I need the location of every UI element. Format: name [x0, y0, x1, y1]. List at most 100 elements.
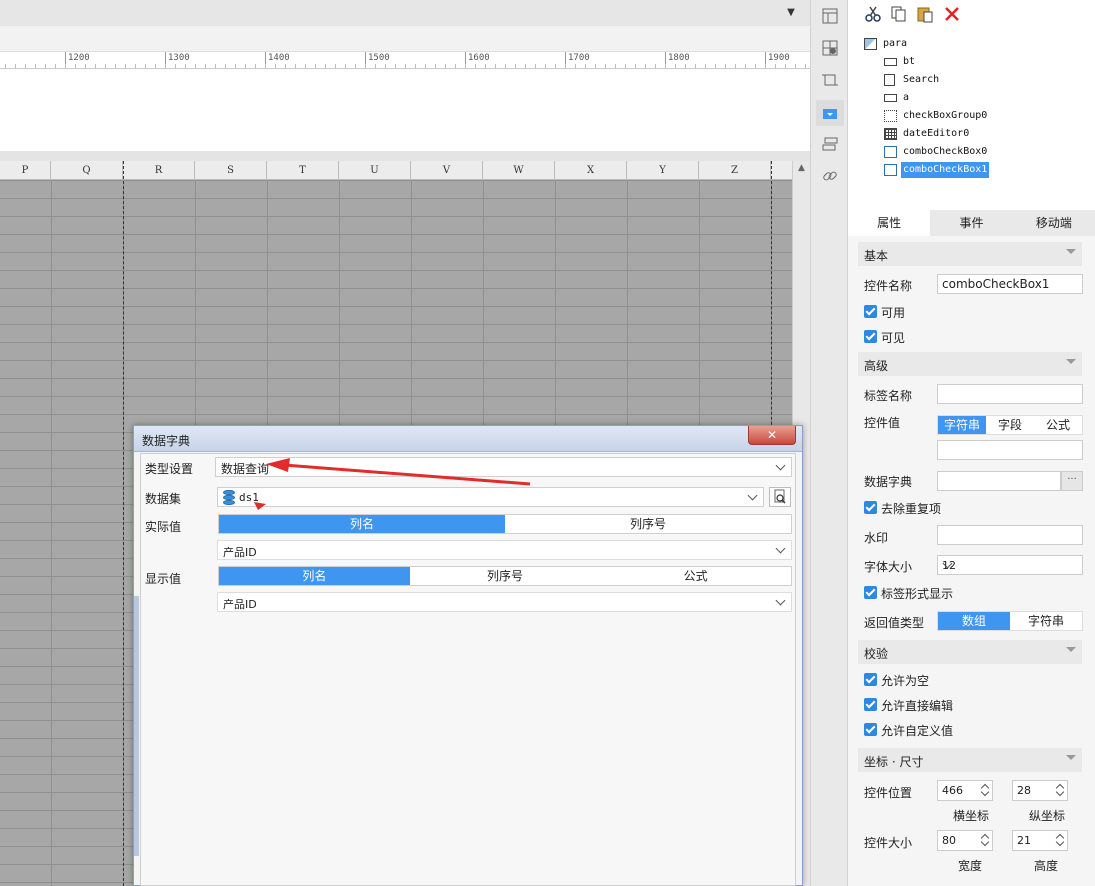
property-tabs: 属性 事件 移动端	[848, 210, 1095, 236]
width-label: 宽度	[958, 859, 983, 873]
paste-icon[interactable]	[916, 5, 934, 23]
section-title: 坐标 · 尺寸	[864, 755, 924, 769]
position-y-stepper[interactable]: 28	[1012, 780, 1068, 801]
enabled-checkbox[interactable]	[864, 305, 877, 318]
allow-empty-label: 允许为空	[881, 674, 930, 688]
section-title: 高级	[864, 359, 889, 373]
tab-properties[interactable]: 属性	[848, 210, 931, 236]
component-settings-icon[interactable]	[822, 40, 838, 56]
panel-icon	[864, 38, 877, 50]
chevron-down-icon	[1066, 249, 1076, 254]
calendar-icon	[884, 128, 897, 140]
position-x-value: 466	[942, 784, 963, 797]
font-size-select[interactable]: 12	[937, 555, 1083, 575]
return-tab-string[interactable]: 字符串	[1010, 612, 1082, 630]
annotation-arrow	[283, 463, 531, 486]
data-dict-label: 数据字典	[864, 475, 913, 489]
watermark-input[interactable]	[937, 525, 1083, 545]
annotation-arrow-head	[254, 502, 266, 510]
widget-name-value: comboCheckBox1	[942, 277, 1050, 291]
width-value: 80	[942, 834, 956, 847]
value-tab-field[interactable]: 字段	[986, 416, 1034, 434]
return-tab-array[interactable]: 数组	[938, 612, 1010, 630]
side-toolbar	[810, 0, 848, 886]
return-type-tabs: 数组 字符串	[937, 611, 1083, 631]
return-type-label: 返回值类型	[864, 616, 925, 630]
section-advanced[interactable]: 高级	[858, 352, 1082, 376]
dropdown-widget-icon[interactable]	[822, 106, 838, 122]
position-label: 控件位置	[864, 786, 913, 800]
tab-events[interactable]: 事件	[930, 210, 1012, 236]
chevron-down-icon	[1066, 647, 1076, 652]
tree-node-label: comboCheckBox1	[901, 162, 990, 178]
width-stepper[interactable]: 80	[937, 830, 993, 851]
section-basic[interactable]: 基本	[858, 242, 1082, 266]
copy-icon[interactable]	[890, 5, 908, 23]
visible-checkbox[interactable]	[864, 330, 877, 343]
tab-mobile[interactable]: 移动端	[1013, 210, 1095, 236]
frame-icon[interactable]	[822, 72, 838, 88]
tree-node-label: a	[903, 92, 910, 103]
widget-list-icon[interactable]	[822, 136, 838, 152]
combo-checkbox-icon	[884, 164, 897, 176]
widget-name-input[interactable]: comboCheckBox1	[937, 274, 1083, 294]
visible-label: 可见	[881, 331, 906, 345]
allow-edit-checkbox[interactable]	[864, 698, 877, 711]
tag-style-label: 标签形式显示	[881, 587, 954, 601]
cut-icon[interactable]	[864, 5, 882, 23]
tag-style-checkbox[interactable]	[864, 586, 877, 599]
chevron-down-icon	[942, 559, 954, 571]
tag-name-label: 标签名称	[864, 389, 913, 403]
height-value: 21	[1017, 834, 1031, 847]
y-coordinate-label: 纵坐标	[1029, 809, 1066, 823]
chevron-down-icon[interactable]	[1055, 840, 1065, 849]
tree-node-label: comboCheckBox0	[903, 146, 988, 157]
tree-node-label: para	[883, 38, 908, 49]
data-dict-input[interactable]	[937, 471, 1061, 491]
dedupe-checkbox[interactable]	[864, 501, 877, 514]
position-y-value: 28	[1017, 784, 1031, 797]
chevron-down-icon	[1066, 359, 1076, 364]
delete-icon[interactable]	[943, 5, 961, 23]
tag-name-input[interactable]	[937, 384, 1083, 404]
combo-checkbox-icon	[884, 146, 897, 158]
section-coordinates[interactable]: 坐标 · 尺寸	[858, 748, 1082, 772]
button-widget-icon	[884, 58, 897, 66]
size-label: 控件大小	[864, 836, 913, 850]
tree-node-label: dateEditor0	[903, 128, 970, 139]
height-label: 高度	[1034, 859, 1059, 873]
label-widget-icon	[884, 94, 897, 102]
widget-value-input[interactable]	[937, 440, 1083, 460]
section-title: 基本	[864, 249, 889, 263]
x-coordinate-label: 横坐标	[953, 809, 990, 823]
chevron-down-icon	[1066, 755, 1076, 760]
search-widget-icon	[884, 74, 895, 86]
allow-empty-checkbox[interactable]	[864, 673, 877, 686]
dedupe-label: 去除重复项	[881, 502, 942, 516]
chevron-down-icon[interactable]	[980, 840, 990, 849]
data-dict-edit-button[interactable]: ···	[1061, 471, 1083, 491]
section-title: 校验	[864, 647, 889, 661]
right-panel: para bt Search a checkBoxGroup0 dateEdit…	[848, 0, 1095, 886]
enabled-label: 可用	[881, 306, 906, 320]
widget-tree: para bt Search a checkBoxGroup0 dateEdit…	[848, 0, 1095, 210]
height-stepper[interactable]: 21	[1012, 830, 1068, 851]
value-tab-string[interactable]: 字符串	[938, 416, 986, 434]
tree-node-label: bt	[903, 56, 916, 67]
widget-value-mode-tabs: 字符串 字段 公式	[937, 415, 1083, 435]
link-icon[interactable]	[822, 168, 838, 184]
allow-custom-checkbox[interactable]	[864, 723, 877, 736]
widget-value-label: 控件值	[864, 416, 901, 430]
position-x-stepper[interactable]: 466	[937, 780, 993, 801]
watermark-label: 水印	[864, 531, 889, 545]
chevron-down-icon[interactable]	[980, 790, 990, 799]
layout-icon[interactable]	[822, 8, 838, 24]
section-validation[interactable]: 校验	[858, 640, 1082, 664]
value-tab-formula[interactable]: 公式	[1034, 416, 1082, 434]
tree-node-label: Search	[903, 74, 940, 85]
chevron-down-icon[interactable]	[1055, 790, 1065, 799]
tree-node-label: checkBoxGroup0	[903, 110, 988, 121]
font-size-label: 字体大小	[864, 560, 913, 574]
checkbox-group-icon	[884, 110, 897, 122]
allow-edit-label: 允许直接编辑	[881, 699, 954, 713]
